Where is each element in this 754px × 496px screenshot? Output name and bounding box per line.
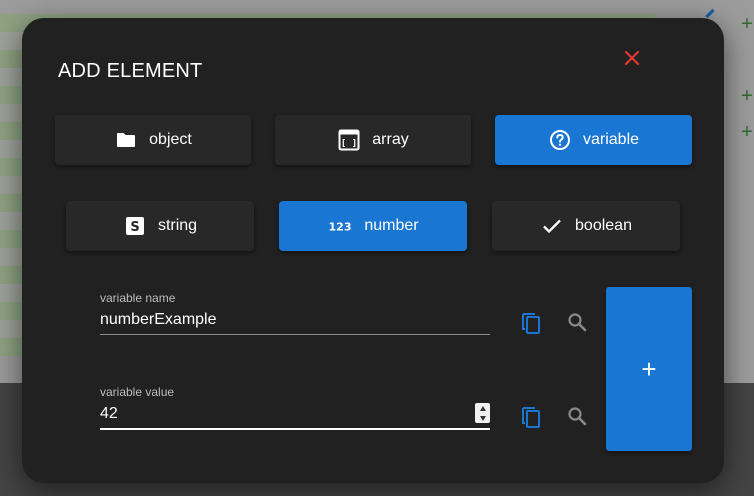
help-circle-icon	[548, 128, 572, 152]
variable-name-input[interactable]	[100, 305, 490, 334]
type-label: array	[372, 131, 409, 148]
string-icon: S	[123, 214, 147, 238]
add-element-button[interactable]: +	[606, 287, 692, 451]
variable-value-label: variable value	[100, 385, 175, 399]
type-button-variable[interactable]: variable	[495, 115, 692, 165]
search-icon	[568, 407, 587, 426]
search-value-button[interactable]	[564, 403, 590, 429]
close-icon	[624, 50, 640, 66]
variable-value-input[interactable]	[100, 399, 490, 428]
type-button-string[interactable]: S string	[66, 201, 254, 251]
type-label: number	[364, 217, 419, 234]
string-icon-text: S	[130, 220, 139, 235]
close-button[interactable]	[620, 46, 644, 70]
spinner-up-icon[interactable]	[479, 405, 486, 411]
bg-plus-icon: +	[741, 121, 753, 143]
variable-name-underline	[100, 334, 490, 335]
add-icon: +	[641, 353, 657, 384]
copy-icon	[522, 313, 540, 334]
add-element-dialog: ADD ELEMENT object [ ] array variable S …	[22, 18, 724, 483]
variable-value-field: variable value	[100, 385, 490, 430]
number-icon: 123	[327, 214, 353, 238]
variable-name-label: variable name	[100, 291, 176, 305]
variable-value-underline	[100, 428, 490, 430]
dialog-title: ADD ELEMENT	[58, 60, 203, 82]
spinner-down-icon[interactable]	[479, 415, 486, 421]
variable-name-field: variable name	[100, 291, 490, 335]
bg-plus-icon: +	[741, 13, 753, 35]
edit-icon	[705, 8, 715, 19]
check-icon	[540, 214, 564, 238]
array-icon-text: [ ]	[341, 139, 357, 149]
array-icon: [ ]	[337, 128, 361, 152]
copy-value-button[interactable]	[518, 403, 544, 429]
folder-icon	[114, 128, 138, 152]
type-label: variable	[582, 131, 640, 148]
type-label: object	[149, 131, 192, 148]
type-button-array[interactable]: [ ] array	[275, 115, 471, 165]
type-button-number[interactable]: 123 number	[279, 201, 467, 251]
search-name-button[interactable]	[564, 309, 590, 335]
type-button-object[interactable]: object	[55, 115, 251, 165]
type-button-boolean[interactable]: boolean	[492, 201, 680, 251]
number-spinner[interactable]	[475, 403, 490, 423]
bg-plus-icon: +	[741, 85, 753, 107]
search-icon	[568, 313, 587, 332]
copy-name-button[interactable]	[518, 309, 544, 335]
type-label: string	[157, 217, 198, 234]
type-label: boolean	[575, 217, 632, 234]
copy-icon	[522, 407, 540, 428]
number-icon-text: 123	[329, 221, 352, 234]
